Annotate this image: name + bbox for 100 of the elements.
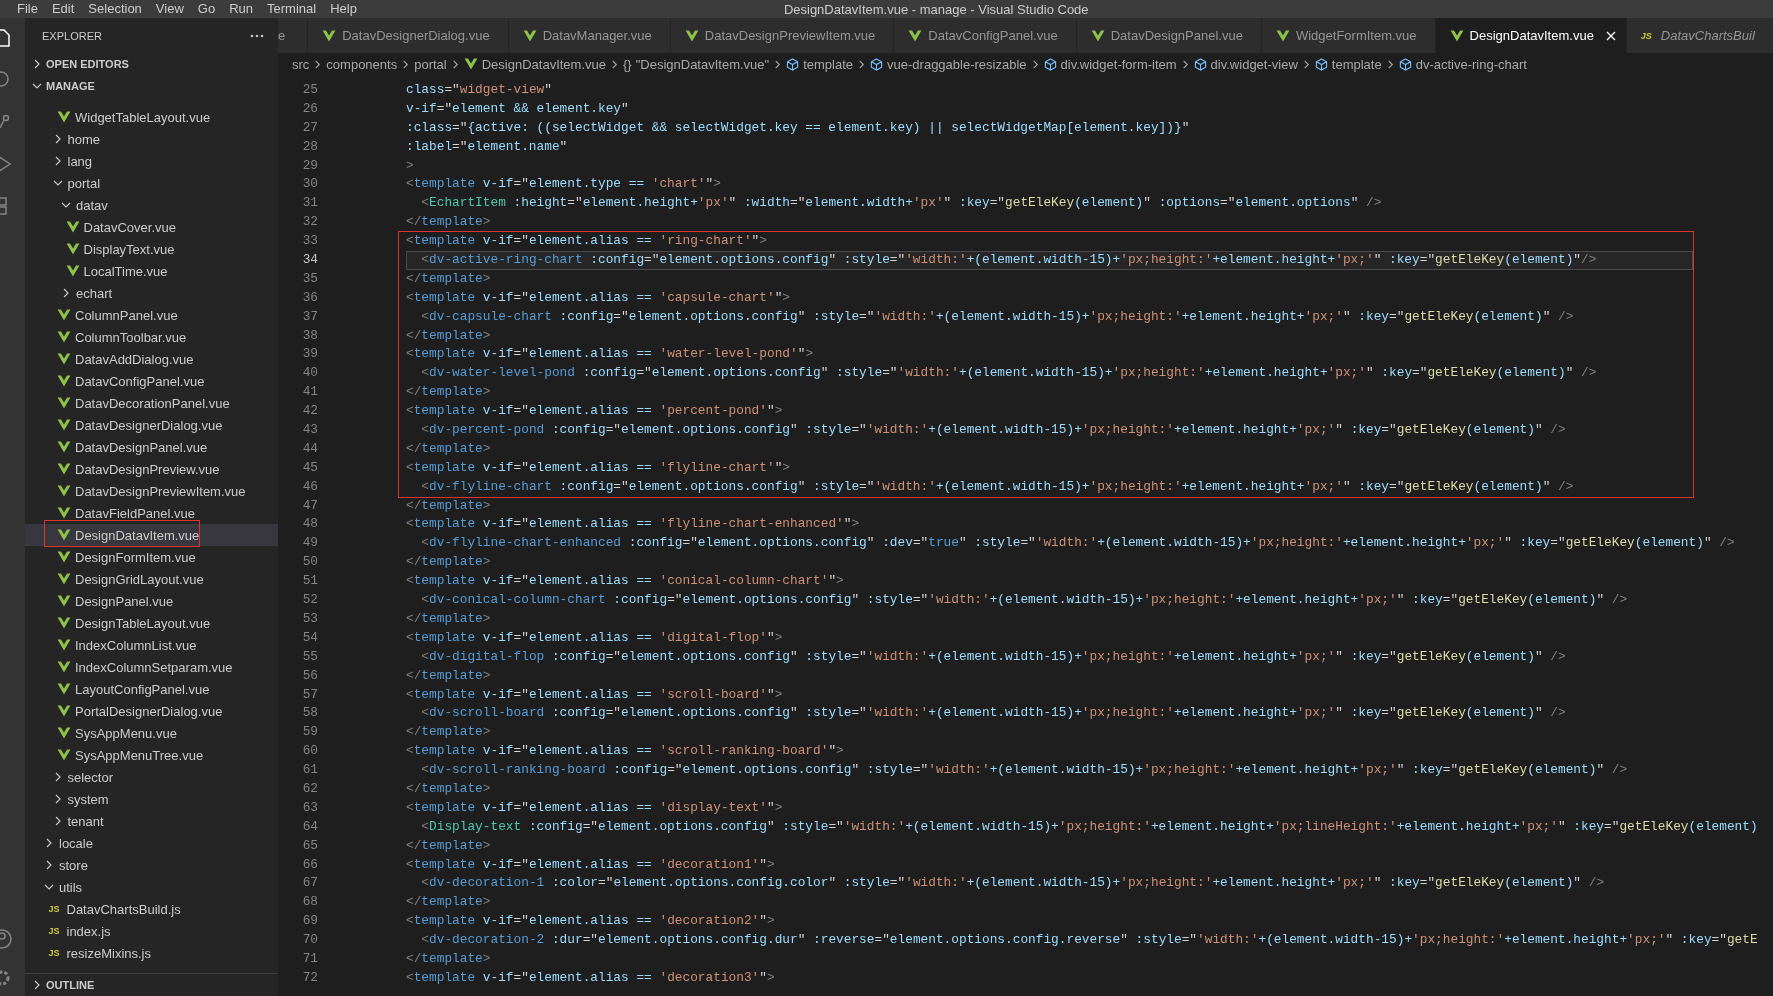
menu-item[interactable]: View	[148, 0, 191, 18]
tree-file[interactable]: LocalTime.vue	[25, 260, 278, 282]
line-number: 63	[301, 798, 318, 817]
tree-file[interactable]: SysAppMenuTree.vue	[25, 744, 278, 766]
folder-name[interactable]: portal	[67, 175, 101, 191]
tree-file[interactable]: JS index.js	[25, 920, 278, 942]
folder-name[interactable]: system	[67, 791, 109, 807]
tree-file[interactable]: ColumnToolbar.vue	[25, 326, 278, 348]
section-header[interactable]: MANAGE	[46, 80, 95, 92]
tree-file[interactable]: DatavConfigPanel.vue	[25, 370, 278, 392]
editor-tab[interactable]: WidgetFormItem.vue	[1261, 18, 1436, 53]
editor-tab[interactable]: JS DatavChartsBuil	[1626, 18, 1773, 53]
tree-file[interactable]: DesignTableLayout.vue	[25, 612, 278, 634]
tree-file[interactable]: DesignFormItem.vue	[25, 546, 278, 568]
breadcrumb-item[interactable]: components	[326, 56, 398, 72]
editor-tab[interactable]: DatavDesignerDialog.vue	[308, 18, 509, 53]
code-line: <template v-if="element.alias == 'percent-pond'">	[406, 402, 784, 421]
menu-item[interactable]: Help	[323, 0, 364, 18]
menu-item[interactable]: Edit	[44, 0, 82, 18]
tree-file[interactable]: WidgetTableLayout.vue	[25, 106, 278, 128]
tree-file[interactable]: JS resizeMixins.js	[25, 942, 278, 964]
breadcrumb-item[interactable]: div.widget-view	[1210, 56, 1298, 72]
tree-file[interactable]: DatavDecorationPanel.vue	[25, 392, 278, 414]
chevron-right-icon	[773, 58, 783, 70]
search-icon[interactable]	[0, 70, 12, 90]
line-number: 65	[301, 836, 318, 855]
chevron-right-icon	[450, 58, 460, 70]
menu-item[interactable]: Go	[190, 0, 223, 18]
tree-file[interactable]: DatavFieldPanel.vue	[25, 502, 278, 524]
code-line: :label="element.name"	[406, 137, 569, 156]
line-number: 40	[301, 364, 318, 383]
breadcrumb-item[interactable]: portal	[414, 56, 447, 72]
editor-tab[interactable]: DatavManager.vue	[508, 18, 671, 53]
code-line: </template>	[406, 723, 492, 742]
close-icon[interactable]	[1605, 30, 1616, 41]
tree-file[interactable]: DesignGridLayout.vue	[25, 568, 278, 590]
code-line: </template>	[406, 383, 492, 402]
tree-file[interactable]: DatavCover.vue	[25, 216, 278, 238]
menu-item[interactable]: File	[10, 0, 45, 18]
breadcrumb-item[interactable]: vue-draggable-resizable	[887, 56, 1027, 72]
tree-file[interactable]: DesignPanel.vue	[25, 590, 278, 612]
line-number: 28	[301, 137, 318, 156]
code-line: <dv-scroll-ranking-board :config="element.options.config" :style="'width:'+(element.width-15)+'px;height:'+element.height+'px;'" :key="getEleKey(element)" />	[420, 761, 1629, 780]
code-line: <dv-decoration-2 :dur="element.options.config.dur" :reverse="element.options.config.reverse" :style="'width:'+(element.width-15)+'px;height:'+element.height+'px;'" :key="getE	[420, 931, 1759, 950]
line-number: 41	[301, 383, 318, 402]
line-number: 64	[301, 817, 318, 836]
tree-file[interactable]: JS DatavChartsBuild.js	[25, 898, 278, 920]
folder-name[interactable]: lang	[67, 153, 93, 169]
editor-tab[interactable]: DatavDesignPanel.vue	[1076, 18, 1262, 53]
account-icon[interactable]	[0, 928, 14, 950]
tree-file[interactable]: DatavDesignPreview.vue	[25, 458, 278, 480]
folder-name[interactable]: echart	[76, 285, 113, 301]
menu-item[interactable]: Run	[222, 0, 260, 18]
line-number: 54	[301, 628, 318, 647]
tree-file[interactable]: DisplayText.vue	[25, 238, 278, 260]
tree-file[interactable]: DatavDesignerDialog.vue	[25, 414, 278, 436]
tree-file[interactable]: IndexColumnList.vue	[25, 634, 278, 656]
section-header[interactable]: OUTLINE	[46, 979, 95, 991]
breadcrumb-item[interactable]: src	[292, 56, 310, 72]
folder-name[interactable]: selector	[67, 769, 114, 785]
breadcrumb-item[interactable]: div.widget-form-item	[1060, 56, 1177, 72]
breadcrumb-item[interactable]: template	[803, 56, 854, 72]
editor-tab[interactable]: DesignDatavItem.vue	[1435, 18, 1627, 53]
breadcrumb-item[interactable]: "DesignDatavItem.vue"	[635, 56, 770, 72]
folder-name[interactable]: datav	[76, 197, 108, 213]
tree-file[interactable]: LayoutConfigPanel.vue	[25, 678, 278, 700]
v-shape-icon	[57, 419, 71, 431]
file-type-label: JS	[48, 926, 61, 936]
tree-file[interactable]: DatavDesignPanel.vue	[25, 436, 278, 458]
editor-tab[interactable]: e	[278, 18, 309, 53]
folder-name[interactable]: locale	[59, 835, 93, 851]
chevron-right-icon	[1301, 58, 1311, 70]
breadcrumb-item[interactable]: template	[1331, 56, 1382, 72]
code-line: </template>	[406, 553, 492, 572]
breadcrumb-item[interactable]: DesignDatavItem.vue	[481, 56, 606, 72]
folder-name[interactable]: home	[67, 131, 101, 147]
files-icon[interactable]	[0, 28, 12, 48]
chevron-right-icon	[1385, 58, 1395, 70]
folder-name[interactable]: store	[59, 857, 88, 873]
tree-file[interactable]: ColumnPanel.vue	[25, 304, 278, 326]
breadcrumb-item[interactable]: dv-active-ring-chart	[1415, 56, 1527, 72]
editor-tab[interactable]: DatavDesignPreviewItem.vue	[670, 18, 895, 53]
menu-item[interactable]: Selection	[81, 0, 149, 18]
tree-file[interactable]: DatavDesignPreviewItem.vue	[25, 480, 278, 502]
tree-file[interactable]: IndexColumnSetparam.vue	[25, 656, 278, 678]
folder-name[interactable]: utils	[59, 879, 83, 895]
menu-item[interactable]: Terminal	[260, 0, 324, 18]
cube-icon	[1398, 57, 1412, 71]
run-icon[interactable]	[0, 154, 12, 174]
tree-file[interactable]: PortalDesignerDialog.vue	[25, 700, 278, 722]
tree-file[interactable]: DatavAddDialog.vue	[25, 348, 278, 370]
tree-file[interactable]: SysAppMenu.vue	[25, 722, 278, 744]
folder-name[interactable]: tenant	[67, 813, 104, 829]
section-header[interactable]: OPEN EDITORS	[46, 58, 129, 70]
editor-tab[interactable]: DatavConfigPanel.vue	[894, 18, 1077, 53]
code-line: </template>	[406, 269, 492, 288]
more-icon[interactable]	[250, 33, 264, 38]
v-shape-icon	[1090, 29, 1105, 42]
code-line: </template>	[406, 893, 492, 912]
line-number: 35	[301, 269, 318, 288]
